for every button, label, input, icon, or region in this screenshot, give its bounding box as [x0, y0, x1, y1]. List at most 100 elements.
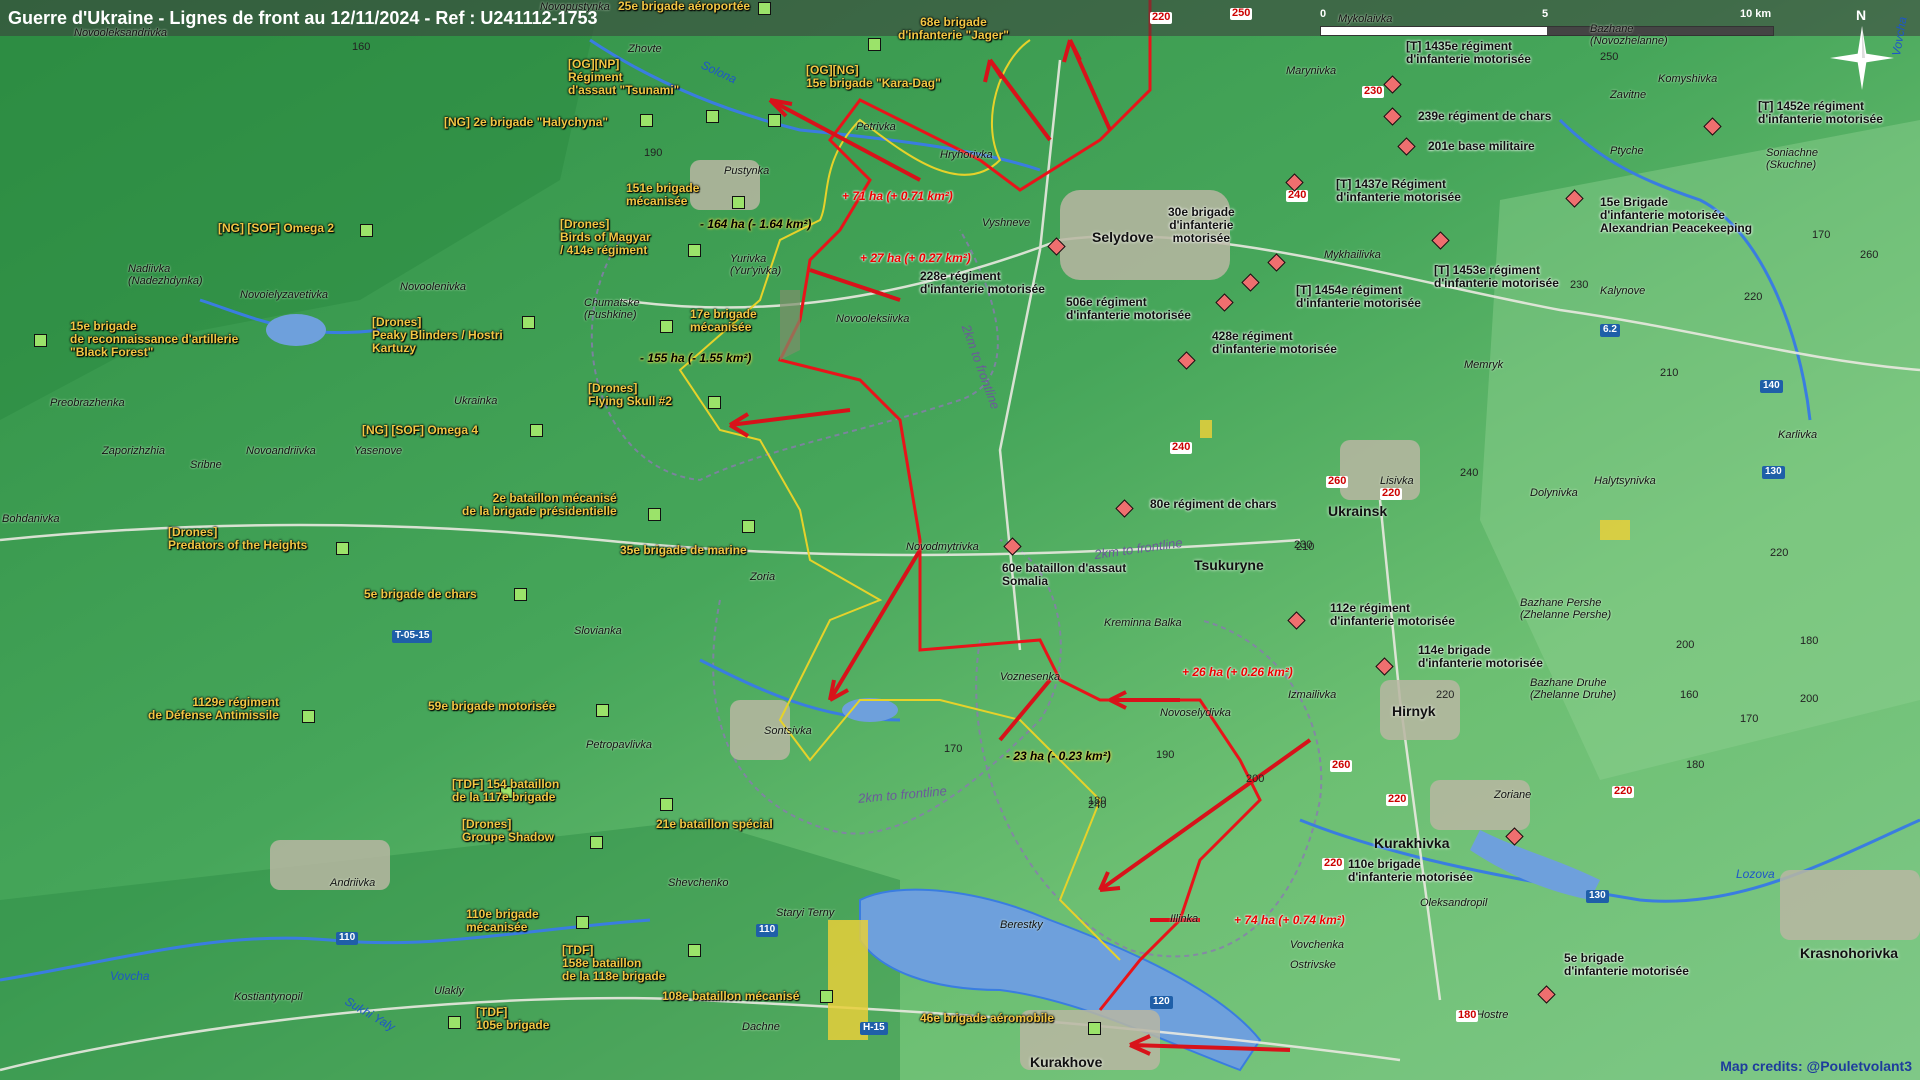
road-number: 130 — [1586, 890, 1609, 903]
place-label: Marynivka — [1286, 65, 1337, 77]
ukraine-unit-marker[interactable] — [868, 38, 881, 51]
ukraine-unit-marker[interactable] — [648, 508, 661, 521]
russia-unit-label: 114e brigade d'infanterie motorisée — [1418, 643, 1543, 670]
red-elevation: 220 — [1322, 857, 1345, 870]
road-number: 130 — [1762, 466, 1785, 479]
map-title: Guerre d'Ukraine - Lignes de front au 12… — [8, 8, 598, 28]
red-elevation: 220 — [1386, 793, 1409, 806]
place-label: Zoriane — [1494, 789, 1532, 801]
elevation-label: 200 — [1246, 773, 1265, 785]
elevation-label: 190 — [1156, 749, 1175, 761]
place-label: Zoria — [750, 571, 776, 583]
russia-unit-label: 228e régiment d'infanterie motorisée — [920, 269, 1045, 296]
town-label: Hirnyk — [1392, 703, 1436, 719]
ukraine-unit-marker[interactable] — [576, 916, 589, 929]
ukraine-unit-marker[interactable] — [596, 704, 609, 717]
elevation-label: 240 — [1088, 799, 1107, 811]
ukraine-unit-label: [OG][NP] Régiment d'assaut "Tsunami" — [568, 57, 680, 97]
ukraine-unit-label: 1129e régiment de Défense Antimissile — [148, 695, 279, 722]
ukraine-unit-marker[interactable] — [758, 2, 771, 15]
russia-unit-label: 30e brigade d'infanterie motorisée — [1168, 205, 1235, 245]
ukraine-unit-marker[interactable] — [360, 224, 373, 237]
place-label: Zaporizhzhia — [102, 445, 165, 457]
place-label: Izmailivka — [1288, 689, 1337, 701]
red-elevation: 220 — [1150, 11, 1173, 24]
ukraine-unit-marker[interactable] — [742, 520, 755, 533]
road-number: 140 — [1760, 380, 1783, 393]
ukraine-unit-marker[interactable] — [34, 334, 47, 347]
place-label: Nadiivka (Nadezhdynka) — [128, 263, 203, 287]
russia-unit-label: [T] 1435e régiment d'infanterie motorisé… — [1406, 39, 1531, 66]
place-label: Bazhane Druhe (Zhelanne Druhe) — [1530, 677, 1617, 701]
place-label: Kreminna Balka — [1104, 617, 1182, 629]
red-elevation: 230 — [1362, 85, 1385, 98]
ukraine-unit-marker[interactable] — [522, 316, 535, 329]
place-label: Hostre — [1476, 1009, 1509, 1021]
russia-unit-label: [T] 1454e régiment d'infanterie motorisé… — [1296, 283, 1421, 310]
elevation-label: 230 — [1294, 539, 1313, 551]
ukraine-unit-marker[interactable] — [820, 990, 833, 1003]
elevation-label: 180 — [1686, 759, 1705, 771]
elevation-label: 160 — [352, 41, 371, 53]
area-change-label: + 27 ha (+ 0.27 km²) — [860, 251, 971, 265]
elevation-label: 210 — [1660, 367, 1679, 379]
place-label: Novoselydivka — [1160, 707, 1231, 719]
place-label: Karlivka — [1778, 429, 1818, 441]
ukraine-unit-label: 46e brigade aéromobile — [920, 1011, 1055, 1025]
place-label: Hryhorivka — [940, 149, 993, 161]
scale-tick-5: 5 — [1542, 8, 1549, 20]
ukraine-unit-label: 17e brigade mécanisée — [690, 307, 757, 334]
ukraine-unit-marker[interactable] — [768, 114, 781, 127]
ukraine-unit-marker[interactable] — [448, 1016, 461, 1029]
elevation-label: 170 — [1812, 229, 1831, 241]
ukraine-unit-label: 15e brigade de reconnaissance d'artiller… — [70, 319, 239, 359]
russia-unit-label: 60e bataillon d'assaut Somalia — [1002, 561, 1127, 588]
ukraine-unit-marker[interactable] — [514, 588, 527, 601]
ukraine-unit-marker[interactable] — [706, 110, 719, 123]
place-label: Yasenove — [354, 445, 403, 457]
ukraine-unit-marker[interactable] — [302, 710, 315, 723]
ukraine-unit-marker[interactable] — [590, 836, 603, 849]
elevation-label: 220 — [1744, 291, 1763, 303]
red-elevation: 260 — [1330, 759, 1353, 772]
area-change-label: - 164 ha (- 1.64 km²) — [700, 217, 812, 231]
elevation-label: 200 — [1800, 693, 1819, 705]
place-label: Petropavlivka — [586, 739, 653, 751]
red-elevation: 220 — [1380, 487, 1403, 500]
ukraine-unit-label: [Drones] Peaky Blinders / Hostri Kartuzy — [372, 315, 503, 355]
place-label: Bohdanivka — [2, 513, 60, 525]
ukraine-unit-marker[interactable] — [640, 114, 653, 127]
road-number: 120 — [1150, 996, 1173, 1009]
ukraine-unit-marker[interactable] — [1088, 1022, 1101, 1035]
red-elevation: 250 — [1230, 7, 1253, 20]
ukraine-unit-marker[interactable] — [530, 424, 543, 437]
place-label: Zavitne — [1610, 89, 1647, 101]
elevation-label: 200 — [1676, 639, 1695, 651]
ukraine-unit-marker[interactable] — [336, 542, 349, 555]
russia-unit-label: 112e régiment d'infanterie motorisée — [1330, 601, 1455, 628]
place-label: Illinka — [1170, 913, 1199, 925]
ukraine-unit-label: [Drones] Birds of Magyar / 414e régiment — [560, 217, 651, 257]
place-label: Novopustynka — [540, 1, 610, 13]
ukraine-unit-label: [OG][NG] 15e brigade "Kara-Dag" — [806, 63, 941, 90]
place-label: Halytsynivka — [1594, 475, 1656, 487]
ukraine-unit-marker[interactable] — [660, 320, 673, 333]
ukraine-unit-label: [Drones] Predators of the Heights — [168, 525, 308, 552]
map-view[interactable]: Guerre d'Ukraine - Lignes de front au 12… — [0, 0, 1920, 1080]
ukraine-unit-marker[interactable] — [660, 798, 673, 811]
place-label: Dolynivka — [1530, 487, 1578, 499]
elevation-label: 220 — [1770, 547, 1789, 559]
ukraine-unit-label: 2e bataillon mécanisé de la brigade prés… — [462, 491, 617, 518]
red-elevation: 180 — [1456, 1009, 1479, 1022]
ukraine-unit-marker[interactable] — [732, 196, 745, 209]
russia-unit-label: 506e régiment d'infanterie motorisée — [1066, 295, 1191, 322]
ukraine-unit-marker[interactable] — [708, 396, 721, 409]
place-label: Ostrivske — [1290, 959, 1336, 971]
russia-unit-label: [T] 1452e régiment d'infanterie motorisé… — [1758, 99, 1883, 126]
ukraine-unit-marker[interactable] — [688, 944, 701, 957]
town-label: Kurakhove — [1030, 1054, 1103, 1070]
ukraine-unit-marker[interactable] — [688, 244, 701, 257]
scale-tick-10: 10 km — [1740, 8, 1772, 20]
place-label: Kostiantynopil — [234, 991, 303, 1003]
russia-unit-label: [T] 1453e régiment d'infanterie motorisé… — [1434, 263, 1559, 290]
